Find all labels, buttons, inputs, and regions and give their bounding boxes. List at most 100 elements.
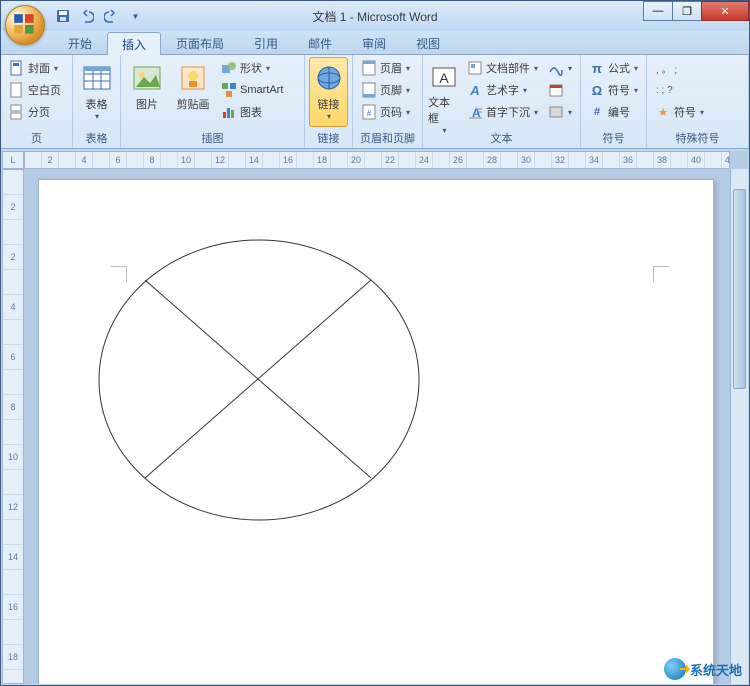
group-pages: 封面▾ 空白页 分页 页 [1,55,73,148]
svg-text:A: A [469,83,479,98]
clipart-button[interactable]: 剪贴画 [171,57,215,127]
special-row1[interactable]: , 。 ; [651,57,708,79]
hyperlink-icon [313,62,345,94]
wordart-button[interactable]: A艺术字▾ [463,79,542,101]
group-symbols-label: 符号 [585,129,642,148]
signature-icon [548,60,564,76]
object-icon [548,104,564,120]
scroll-thumb[interactable] [733,189,746,389]
tab-references[interactable]: 引用 [239,31,293,54]
textbox-button[interactable]: A 文本框▾ [427,57,461,127]
group-special-label: 特殊符号 [651,129,744,148]
table-button[interactable]: 表格▾ [77,57,116,127]
object-button[interactable]: ▾ [544,101,576,123]
smartart-button[interactable]: SmartArt [217,79,287,101]
chart-button[interactable]: 图表 [217,101,287,123]
ribbon: 封面▾ 空白页 分页 页 表格▾ 表格 图片 [1,55,749,149]
tab-view[interactable]: 视图 [401,31,455,54]
group-links: 链接▾ 链接 [305,55,353,148]
watermark-text: 系统天地 [690,660,742,679]
document-area[interactable] [24,169,730,684]
page[interactable] [38,179,714,684]
ribbon-tabs: 开始 插入 页面布局 引用 邮件 审阅 视图 [1,31,749,55]
tab-insert[interactable]: 插入 [107,32,161,55]
blank-page-button[interactable]: 空白页 [5,79,65,101]
shapes-icon [221,60,237,76]
horizontal-ruler[interactable]: 2468101214161820222426283032343638404244… [24,151,730,169]
group-illustrations: 图片 剪贴画 形状▾ SmartArt 图表 插图 [121,55,305,148]
shapes-button[interactable]: 形状▾ [217,57,287,79]
svg-text:#: # [367,109,372,118]
redo-button[interactable] [101,6,121,26]
window-title: 文档 1 - Microsoft Word [312,8,437,25]
table-icon [81,62,113,94]
special-symbol-button[interactable]: ★符号▾ [651,101,708,123]
group-special-symbols: , 。 ; : ; ? ★符号▾ 特殊符号 [647,55,749,148]
group-illustrations-label: 插图 [125,129,300,148]
number-icon: # [589,104,605,120]
date-time-icon [548,82,564,98]
page-break-button[interactable]: 分页 [5,101,65,123]
workspace: L 24681012141618202224262830323436384042… [2,151,748,684]
equation-button[interactable]: π公式▾ [585,57,642,79]
picture-button[interactable]: 图片 [125,57,169,127]
page-break-icon [9,104,25,120]
drawing-shapes[interactable] [89,230,429,540]
clipart-icon [177,62,209,94]
group-text: A 文本框▾ 文档部件▾ A艺术字▾ A首字下沉▾ ▾ ▾ 文本 [423,55,581,148]
special-symbol-icon: ★ [655,104,671,120]
equation-icon: π [589,60,605,76]
group-header-footer-label: 页眉和页脚 [357,129,418,148]
quick-access-toolbar: ▼ [53,6,145,26]
symbol-icon: Ω [589,82,605,98]
office-button[interactable] [5,5,45,45]
group-symbols: π公式▾ Ω符号▾ #编号 符号 [581,55,647,148]
qat-customize[interactable]: ▼ [125,6,145,26]
watermark-globe-icon [664,658,686,680]
signature-line-button[interactable]: ▾ [544,57,576,79]
group-links-label: 链接 [309,129,348,148]
textbox-icon: A [428,62,460,92]
chart-icon [221,104,237,120]
blank-page-icon [9,82,25,98]
vertical-scrollbar[interactable] [730,169,748,684]
group-tables: 表格▾ 表格 [73,55,121,148]
wordart-icon: A [467,82,483,98]
drop-cap-button[interactable]: A首字下沉▾ [463,101,542,123]
quick-parts-icon [467,60,483,76]
titlebar: ▼ 文档 1 - Microsoft Word — ❐ ✕ [1,1,749,31]
svg-text:A: A [439,70,449,86]
close-button[interactable]: ✕ [701,1,749,21]
save-button[interactable] [53,6,73,26]
ruler-corner[interactable]: L [2,151,24,169]
link-button[interactable]: 链接▾ [309,57,348,127]
group-pages-label: 页 [5,129,68,148]
window-controls: — ❐ ✕ [644,1,749,21]
picture-icon [131,62,163,94]
quick-parts-button[interactable]: 文档部件▾ [463,57,542,79]
group-header-footer: 页眉▾ 页脚▾ #页码▾ 页眉和页脚 [353,55,423,148]
cover-page-icon [9,60,25,76]
symbol-button[interactable]: Ω符号▾ [585,79,642,101]
page-number-icon: # [361,104,377,120]
cover-page-button[interactable]: 封面▾ [5,57,65,79]
tab-mailings[interactable]: 邮件 [293,31,347,54]
page-number-button[interactable]: #页码▾ [357,101,414,123]
watermark: 系统天地 [664,658,742,680]
special-row2[interactable]: : ; ? [651,79,708,101]
vertical-ruler[interactable]: 22468101214161820 [2,169,24,684]
drop-cap-icon: A [467,104,483,120]
tab-home[interactable]: 开始 [53,31,107,54]
date-time-button[interactable] [544,79,576,101]
maximize-button[interactable]: ❐ [672,1,702,21]
header-icon [361,60,377,76]
smartart-icon [221,82,237,98]
undo-button[interactable] [77,6,97,26]
tab-review[interactable]: 审阅 [347,31,401,54]
number-button[interactable]: #编号 [585,101,642,123]
tab-page-layout[interactable]: 页面布局 [161,31,239,54]
minimize-button[interactable]: — [643,1,673,21]
group-text-label: 文本 [427,129,576,148]
header-button[interactable]: 页眉▾ [357,57,414,79]
footer-button[interactable]: 页脚▾ [357,79,414,101]
